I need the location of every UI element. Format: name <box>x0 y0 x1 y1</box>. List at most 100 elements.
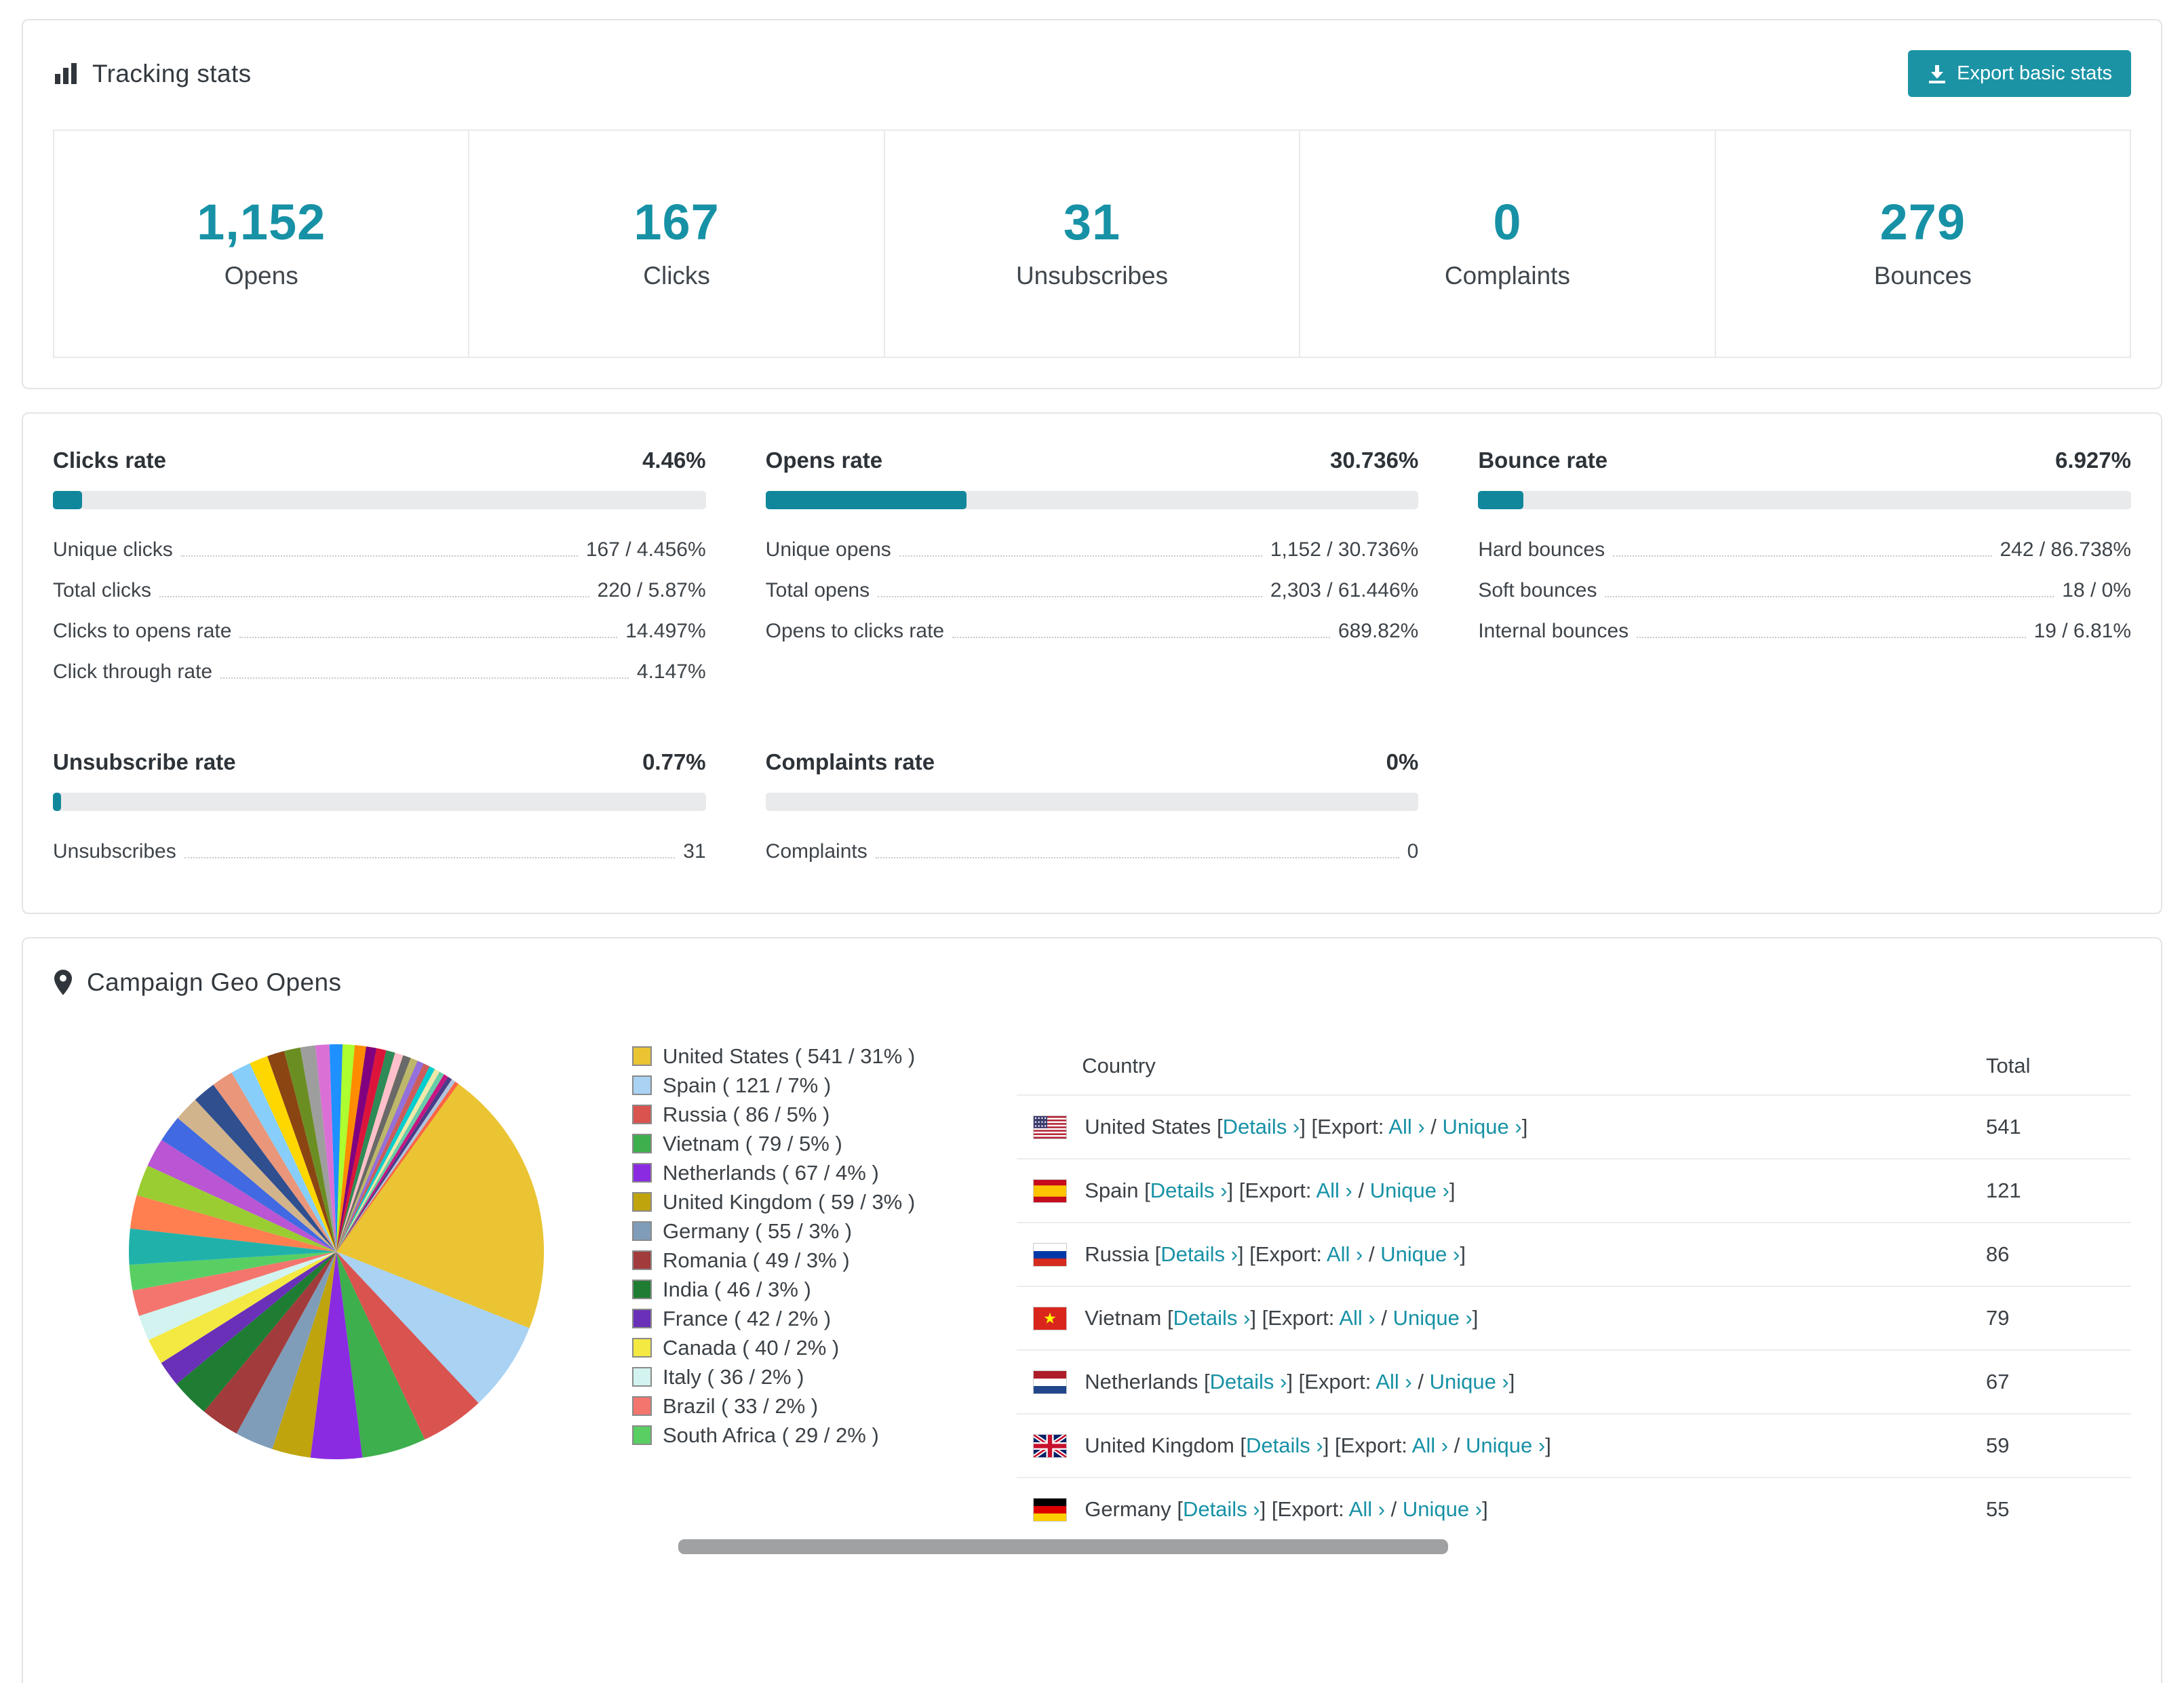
legend-swatch <box>632 1075 652 1095</box>
stat-value: 31 <box>1063 194 1121 250</box>
export-basic-stats-button[interactable]: Export basic stats <box>1908 50 2131 97</box>
export-unique-link[interactable]: Unique › <box>1380 1242 1460 1266</box>
country-total: 55 <box>1986 1497 2010 1521</box>
country-name: Germany <box>1085 1497 1171 1521</box>
flag-gb-icon <box>1033 1433 1068 1458</box>
geo-title: Campaign Geo Opens <box>87 968 342 996</box>
details-link[interactable]: Details › <box>1183 1497 1260 1521</box>
details-link[interactable]: Details › <box>1173 1306 1251 1330</box>
export-all-link[interactable]: All › <box>1376 1370 1411 1393</box>
export-all-link[interactable]: All › <box>1316 1179 1352 1202</box>
dotted-leader <box>239 637 618 638</box>
details-link[interactable]: Details › <box>1161 1242 1238 1266</box>
rate-stat-row: Total clicks 220 / 5.87% <box>53 570 706 611</box>
export-unique-link[interactable]: Unique › <box>1403 1497 1482 1521</box>
legend-item[interactable]: France ( 42 / 2% ) <box>632 1304 915 1333</box>
rate-stat-value: 14.497% <box>625 620 706 642</box>
stat-label: Bounces <box>1873 262 1972 290</box>
legend-item[interactable]: Canada ( 40 / 2% ) <box>632 1333 915 1362</box>
details-link[interactable]: Details › <box>1223 1115 1300 1139</box>
progress-bar <box>1478 491 2131 509</box>
rate-stat-label: Opens to clicks rate <box>765 620 945 642</box>
stat-box-unsubscribes: 31 Unsubscribes <box>883 130 1301 358</box>
dotted-leader <box>184 857 676 858</box>
rate-stat-value: 19 / 6.81% <box>2033 620 2131 642</box>
rate-title: Opens rate <box>765 448 883 473</box>
geo-table: Country Total United States [Details ›] … <box>1017 1037 2131 1541</box>
legend-swatch <box>632 1309 652 1328</box>
flag-ru-icon <box>1033 1242 1068 1267</box>
country-total: 121 <box>1986 1179 2021 1202</box>
dotted-leader <box>952 637 1330 638</box>
export-unique-link[interactable]: Unique › <box>1393 1306 1473 1330</box>
tracking-stats-header: Tracking stats Export basic stats <box>53 50 2131 97</box>
geo-table-row: Russia [Details ›] [Export: All › / Uniq… <box>1017 1222 2131 1286</box>
export-all-link[interactable]: All › <box>1412 1433 1448 1457</box>
legend-item[interactable]: United Kingdom ( 59 / 3% ) <box>632 1187 915 1216</box>
export-label: Export: <box>1245 1179 1312 1202</box>
export-unique-link[interactable]: Unique › <box>1370 1179 1449 1202</box>
details-link[interactable]: Details › <box>1150 1179 1228 1202</box>
details-link[interactable]: Details › <box>1246 1433 1323 1457</box>
legend-item[interactable]: United States ( 541 / 31% ) <box>632 1042 915 1071</box>
rate-stat-row: Complaints 0 <box>766 831 1419 872</box>
dotted-leader <box>180 555 578 557</box>
legend-label: Romania ( 49 / 3% ) <box>663 1248 850 1272</box>
legend-item[interactable]: India ( 46 / 3% ) <box>632 1275 915 1304</box>
legend-item[interactable]: Spain ( 121 / 7% ) <box>632 1071 915 1100</box>
tracking-stats-card: Tracking stats Export basic stats 1,152 … <box>22 19 2162 389</box>
legend-swatch <box>632 1134 652 1153</box>
export-unique-link[interactable]: Unique › <box>1466 1433 1545 1457</box>
export-all-link[interactable]: All › <box>1349 1497 1385 1521</box>
legend-item[interactable]: Brazil ( 33 / 2% ) <box>632 1391 915 1421</box>
country-name: United Kingdom <box>1085 1433 1234 1457</box>
legend-item[interactable]: South Africa ( 29 / 2% ) <box>632 1421 915 1450</box>
pie-svg[interactable] <box>126 1042 547 1462</box>
progress-bar-fill <box>53 491 82 509</box>
legend-item[interactable]: Germany ( 55 / 3% ) <box>632 1216 915 1246</box>
rate-stat-value: 689.82% <box>1338 620 1419 642</box>
rate-stat-row: Internal bounces 19 / 6.81% <box>1478 611 2131 652</box>
export-all-link[interactable]: All › <box>1327 1242 1363 1266</box>
page: { "accent_color": "#1791a5", "bar_track_… <box>0 0 2184 1683</box>
rate-title: Complaints rate <box>765 749 935 774</box>
legend-item[interactable]: Russia ( 86 / 5% ) <box>632 1100 915 1129</box>
rate-block: Bounce rate 6.927% Hard bounces 242 / 86… <box>1478 448 2131 692</box>
legend-item[interactable]: Italy ( 36 / 2% ) <box>632 1362 915 1391</box>
legend-item[interactable]: Vietnam ( 79 / 5% ) <box>632 1129 915 1158</box>
dotted-leader <box>1613 555 1992 557</box>
export-label: Export: <box>1255 1242 1323 1266</box>
horizontal-scrollbar-thumb[interactable] <box>678 1539 1448 1554</box>
legend-label: Vietnam ( 79 / 5% ) <box>663 1131 842 1155</box>
export-all-link[interactable]: All › <box>1339 1306 1375 1330</box>
details-link[interactable]: Details › <box>1210 1370 1287 1393</box>
export-unique-link[interactable]: Unique › <box>1443 1115 1522 1139</box>
legend-item[interactable]: Romania ( 49 / 3% ) <box>632 1246 915 1275</box>
legend-label: United States ( 541 / 31% ) <box>663 1044 916 1068</box>
geo-table-row: Vietnam [Details ›] [Export: All › / Uni… <box>1017 1286 2131 1349</box>
legend-item[interactable]: Netherlands ( 67 / 4% ) <box>632 1158 915 1187</box>
rate-stat-value: 31 <box>683 840 706 863</box>
progress-bar <box>53 491 706 509</box>
rate-title: Unsubscribe rate <box>53 749 236 774</box>
rate-title: Clicks rate <box>53 448 166 473</box>
flag-de-icon <box>1033 1497 1068 1522</box>
geo-table-header: Country Total <box>1017 1037 2131 1094</box>
legend-label: Netherlands ( 67 / 4% ) <box>663 1160 879 1185</box>
geo-header: Campaign Geo Opens <box>53 968 2131 997</box>
export-all-link[interactable]: All › <box>1388 1115 1424 1139</box>
rate-stat-value: 220 / 5.87% <box>597 579 706 601</box>
legend-swatch <box>632 1396 652 1416</box>
rate-percent: 0.77% <box>642 749 706 774</box>
legend-label: United Kingdom ( 59 / 3% ) <box>663 1189 916 1214</box>
legend-label: Russia ( 86 / 5% ) <box>663 1102 830 1126</box>
export-unique-link[interactable]: Unique › <box>1430 1370 1509 1393</box>
stat-value: 167 <box>633 194 720 250</box>
legend-swatch <box>632 1221 652 1241</box>
legend-swatch <box>632 1280 652 1299</box>
stats-row: 1,152 Opens 167 Clicks 31 Unsubscribes 0… <box>53 130 2132 358</box>
flag-nl-icon <box>1033 1370 1068 1394</box>
geo-pie-chart[interactable] <box>126 1042 547 1462</box>
legend-label: Italy ( 36 / 2% ) <box>663 1364 804 1389</box>
stat-label: Clicks <box>643 262 710 290</box>
